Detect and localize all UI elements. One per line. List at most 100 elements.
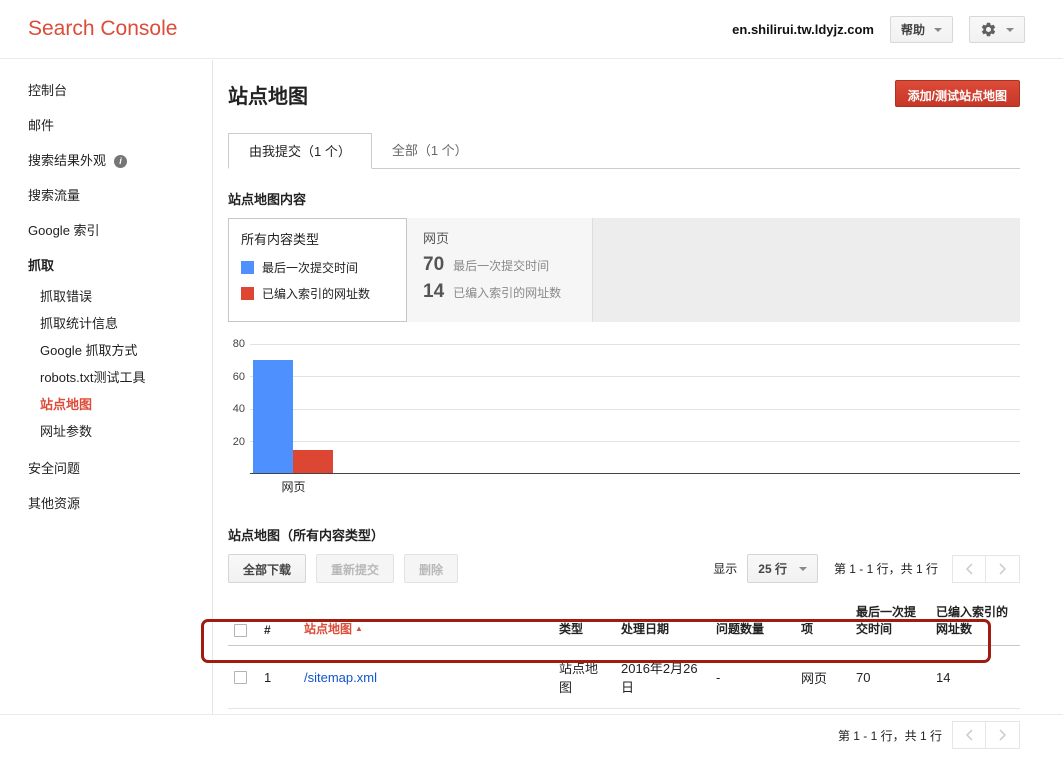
row-number: 1	[258, 646, 298, 709]
row-type: 站点地图	[553, 646, 615, 709]
sidebar-item-crawl-errors[interactable]: 抓取错误	[0, 282, 212, 309]
chevron-down-icon	[934, 28, 942, 32]
sitemap-bar-chart: 80 60 40 20 网页	[228, 344, 1020, 495]
table-heading: 站点地图（所有内容类型）	[228, 525, 1020, 544]
download-all-button[interactable]: 全部下载	[228, 554, 306, 583]
sidebar-item-messages[interactable]: 邮件	[0, 107, 212, 142]
gridline	[250, 376, 1020, 377]
sidebar-navigation: 控制台 邮件 搜索结果外观i 搜索流量 Google 索引 抓取 抓取错误 抓取…	[0, 60, 213, 714]
row-checkbox[interactable]	[234, 671, 247, 684]
sidebar-item-crawl[interactable]: 抓取	[0, 247, 212, 282]
blue-swatch-icon	[241, 261, 254, 274]
bar-group	[253, 344, 333, 473]
prev-page-button[interactable]	[952, 721, 986, 749]
row-issues: -	[710, 646, 795, 709]
stat-row-submitted: 70 最后一次提交时间	[423, 254, 576, 276]
stats-box: 网页 70 最后一次提交时间 14 已编入索引的网址数	[407, 218, 1020, 322]
stat-value: 14	[423, 281, 444, 303]
info-icon[interactable]: i	[114, 155, 127, 168]
add-test-sitemap-button[interactable]: 添加/测试站点地图	[895, 80, 1020, 107]
prev-page-button[interactable]	[952, 555, 986, 583]
row-last-submitted: 70	[850, 646, 930, 709]
sidebar-item-sitemaps[interactable]: 站点地图	[0, 390, 212, 417]
sidebar-item-search-traffic[interactable]: 搜索流量	[0, 177, 212, 212]
chart-plot-area	[250, 344, 1020, 474]
search-console-page: Search Console en.shilirui.tw.ldyjz.com …	[0, 0, 1063, 775]
delete-button[interactable]: 删除	[404, 554, 458, 583]
settings-button[interactable]	[969, 16, 1025, 43]
sidebar-item-robots-tester[interactable]: robots.txt测试工具	[0, 363, 212, 390]
next-page-button[interactable]	[986, 721, 1020, 749]
search-console-logo[interactable]: Search Console	[28, 17, 177, 41]
help-button[interactable]: 帮助	[890, 16, 953, 43]
y-tick: 80	[233, 338, 245, 350]
sidebar-item-google-index[interactable]: Google 索引	[0, 212, 212, 247]
page-title: 站点地图	[228, 80, 308, 109]
y-axis: 80 60 40 20	[228, 344, 250, 474]
y-tick: 40	[233, 403, 245, 415]
sidebar-item-dashboard[interactable]: 控制台	[0, 72, 212, 107]
chevron-down-icon	[1006, 28, 1014, 32]
column-header-processed-date: 处理日期	[621, 622, 669, 636]
column-header-type: 类型	[559, 622, 583, 636]
sitemaps-table: # 站点地图▲ 类型 处理日期 问题数量 项 最后一次提交时间 已编入索引的网址…	[228, 597, 1020, 709]
chevron-right-icon	[999, 563, 1007, 575]
table-toolbar: 全部下载 重新提交 删除 显示 25 行 第 1 - 1 行，共 1 行	[228, 554, 1020, 583]
bottom-pagination-row: 第 1 - 1 行，共 1 行	[228, 721, 1020, 749]
row-indexed: 14	[930, 646, 1020, 709]
x-axis-category-label: 网页	[253, 478, 334, 495]
next-page-button[interactable]	[986, 555, 1020, 583]
sidebar-item-other-resources[interactable]: 其他资源	[0, 485, 212, 520]
pagination	[952, 555, 1020, 583]
legend-stats-panel: 所有内容类型 最后一次提交时间 已编入索引的网址数 网页 70 最后一次提交时间	[228, 218, 1020, 322]
sitemap-content-heading: 站点地图内容	[228, 189, 1020, 208]
sidebar-item-crawl-stats[interactable]: 抓取统计信息	[0, 309, 212, 336]
chevron-right-icon	[999, 729, 1007, 741]
page-size-value: 25 行	[758, 560, 787, 577]
column-header-items: 项	[801, 622, 813, 636]
row-range-text: 第 1 - 1 行，共 1 行	[838, 727, 942, 744]
chart-legend: 所有内容类型 最后一次提交时间 已编入索引的网址数	[228, 218, 407, 322]
legend-title: 所有内容类型	[241, 229, 394, 248]
webpage-stats-pane: 网页 70 最后一次提交时间 14 已编入索引的网址数	[407, 218, 593, 322]
chevron-down-icon	[799, 567, 807, 571]
header: Search Console en.shilirui.tw.ldyjz.com …	[0, 0, 1063, 59]
sidebar-item-fetch-as-google[interactable]: Google 抓取方式	[0, 336, 212, 363]
page-head: 站点地图 添加/测试站点地图	[228, 80, 1020, 109]
property-domain: en.shilirui.tw.ldyjz.com	[732, 22, 874, 37]
stat-row-indexed: 14 已编入索引的网址数	[423, 281, 576, 303]
tab-submitted-by-me[interactable]: 由我提交（1 个）	[228, 133, 372, 169]
legend-item-indexed: 已编入索引的网址数	[241, 285, 394, 302]
table-row[interactable]: 1 /sitemap.xml 站点地图 2016年2月26日 - 网页 70 1…	[228, 646, 1020, 709]
header-right: en.shilirui.tw.ldyjz.com 帮助	[732, 16, 1025, 43]
pagination	[952, 721, 1020, 749]
legend-item-label: 最后一次提交时间	[262, 259, 358, 276]
y-tick: 20	[233, 436, 245, 448]
sidebar-item-search-appearance[interactable]: 搜索结果外观i	[0, 142, 212, 177]
sitemap-link[interactable]: /sitemap.xml	[304, 670, 377, 685]
red-swatch-icon	[241, 287, 254, 300]
sidebar-item-security-issues[interactable]: 安全问题	[0, 450, 212, 485]
sidebar-item-url-parameters[interactable]: 网址参数	[0, 417, 212, 444]
resubmit-button[interactable]: 重新提交	[316, 554, 394, 583]
show-label: 显示	[713, 560, 737, 577]
legend-item-label: 已编入索引的网址数	[262, 285, 370, 302]
row-range-text: 第 1 - 1 行，共 1 行	[834, 560, 938, 577]
main-content: 站点地图 添加/测试站点地图 由我提交（1 个） 全部（1 个） 站点地图内容 …	[214, 60, 1063, 749]
row-item-type: 网页	[795, 646, 850, 709]
stat-value: 70	[423, 254, 444, 276]
tab-all[interactable]: 全部（1 个）	[372, 133, 488, 168]
column-header-last-submitted: 最后一次提交时间	[856, 605, 916, 636]
tabs: 由我提交（1 个） 全部（1 个）	[228, 133, 1020, 169]
select-all-checkbox[interactable]	[234, 624, 247, 637]
page-size-select[interactable]: 25 行	[747, 554, 818, 583]
column-header-issues: 问题数量	[716, 622, 764, 636]
toolbar-right: 显示 25 行 第 1 - 1 行，共 1 行	[713, 554, 1020, 583]
chart-bar-1	[293, 450, 333, 473]
gridline	[250, 344, 1020, 345]
gridline	[250, 409, 1020, 410]
column-header-sitemap[interactable]: 站点地图▲	[298, 597, 553, 646]
chevron-left-icon	[965, 729, 973, 741]
legend-item-submitted: 最后一次提交时间	[241, 259, 394, 276]
y-tick: 60	[233, 371, 245, 383]
